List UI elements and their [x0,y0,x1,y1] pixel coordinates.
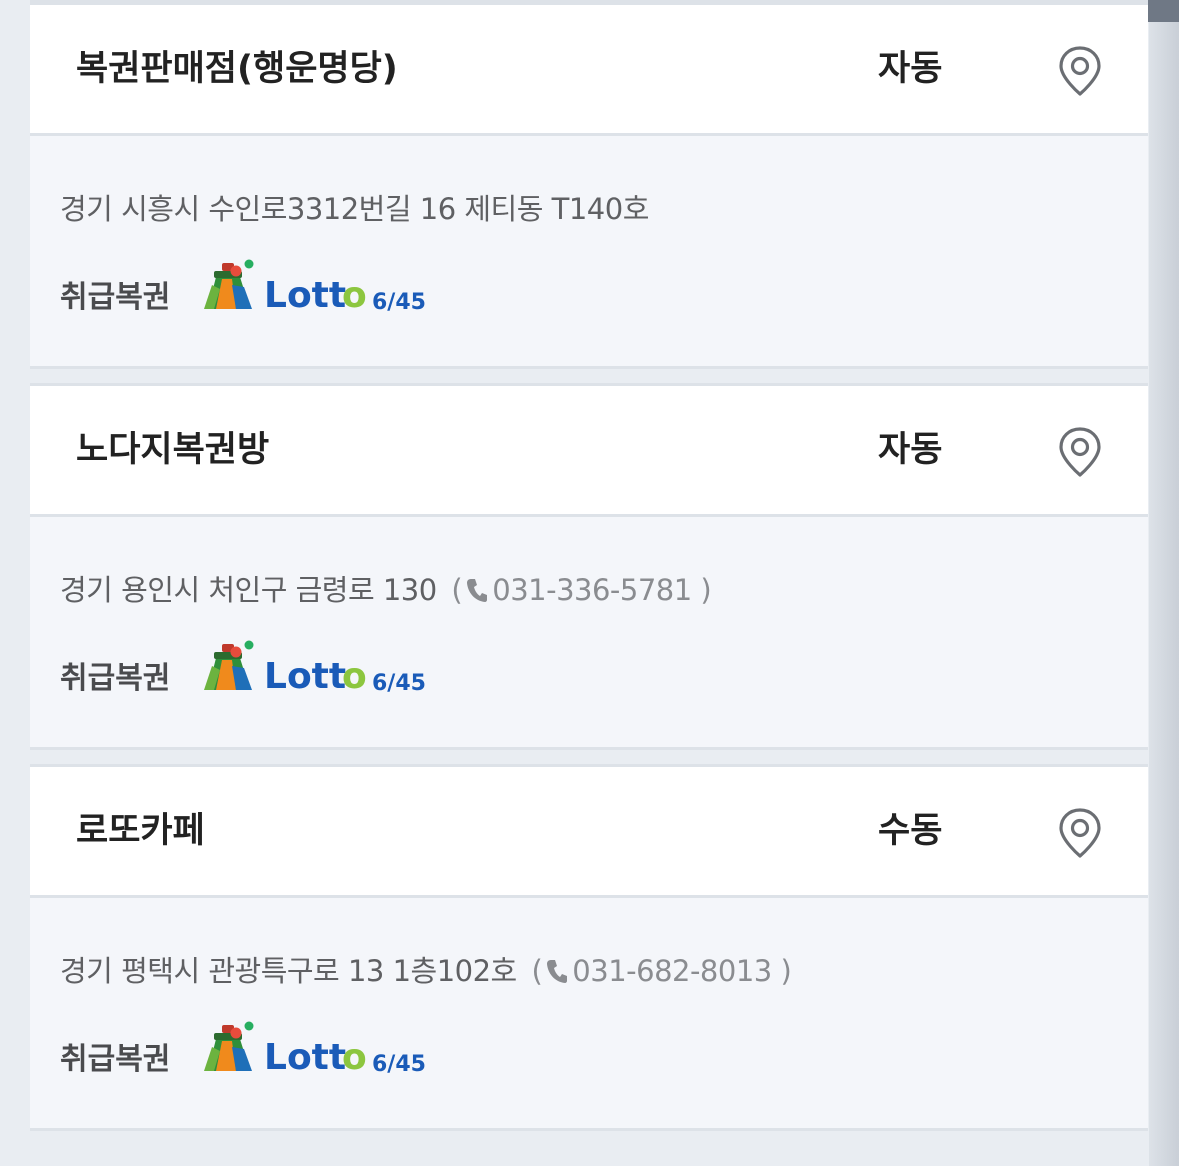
lotto-645-logo: Lott o 6/45 [200,640,430,700]
handled-lottery-label: 취급복권 [60,280,171,315]
store-name: 노다지복권방 [76,430,270,470]
store-card-header: 복권판매점(행운명당) 자동 [30,5,1148,136]
address-line: 경기 용인시 처인구 금령로 130 (031-336-5781 ) [60,567,712,610]
map-pin-icon[interactable] [1056,807,1104,859]
store-card-body: 경기 용인시 처인구 금령로 130 (031-336-5781 ) 취급복권 … [30,517,1148,747]
handled-lottery-label: 취급복권 [60,661,171,696]
store-card-2: 노다지복권방 자동 경기 용인시 처인구 금령로 130 (031-336-57… [30,383,1148,750]
lotto-645-logo: Lott o 6/45 [200,1021,430,1081]
phone-number[interactable]: 031-336-5781 [492,573,692,607]
store-card-header: 노다지복권방 자동 [30,386,1148,517]
lotto-word-mark: Lott [264,275,346,316]
phone-icon [546,957,568,991]
sale-type: 자동 [878,430,943,470]
address-line: 경기 시흥시 수인로3312번길 16 제티동 T140호 [60,186,649,228]
store-card-3: 로또카페 수동 경기 평택시 관광특구로 13 1층102호 (031-682-… [30,764,1148,1131]
svg-text:6/45: 6/45 [372,671,426,696]
address-line: 경기 평택시 관광특구로 13 1층102호 (031-682-8013 ) [60,948,792,991]
store-list: 복권판매점(행운명당) 자동 경기 시흥시 수인로3312번길 16 제티동 T… [30,0,1148,1145]
map-pin-icon[interactable] [1056,426,1104,478]
map-pin-icon[interactable] [1056,45,1104,97]
right-edge-shadow [1149,0,1179,1166]
store-address: 경기 시흥시 수인로3312번길 16 제티동 T140호 [60,192,649,226]
lotto-word-mark: Lott [264,656,346,697]
svg-text:o: o [342,1037,367,1078]
store-card-body: 경기 시흥시 수인로3312번길 16 제티동 T140호 취급복권 Lott … [30,136,1148,366]
phone-group[interactable]: (031-336-5781 ) [443,573,711,610]
sale-type: 수동 [878,811,943,851]
store-card-header: 로또카페 수동 [30,767,1148,898]
svg-text:o: o [342,275,367,316]
store-address: 경기 평택시 관광특구로 13 1층102호 [60,954,517,988]
lotto-word-mark: Lott [264,1037,346,1078]
phone-group[interactable]: (031-682-8013 ) [523,954,791,991]
store-name: 로또카페 [76,811,205,851]
handled-lottery-label: 취급복권 [60,1042,171,1077]
lotto-645-logo: Lott o 6/45 [200,259,430,319]
phone-number[interactable]: 031-682-8013 [572,954,772,988]
svg-text:o: o [342,656,367,697]
sale-type: 자동 [878,49,943,89]
svg-text:6/45: 6/45 [372,290,426,315]
svg-text:6/45: 6/45 [372,1052,426,1077]
store-address: 경기 용인시 처인구 금령로 130 [60,573,437,607]
store-card-body: 경기 평택시 관광특구로 13 1층102호 (031-682-8013 ) 취… [30,898,1148,1128]
store-name: 복권판매점(행운명당) [76,49,398,89]
store-card-1: 복권판매점(행운명당) 자동 경기 시흥시 수인로3312번길 16 제티동 T… [30,0,1148,369]
phone-icon [466,576,488,610]
